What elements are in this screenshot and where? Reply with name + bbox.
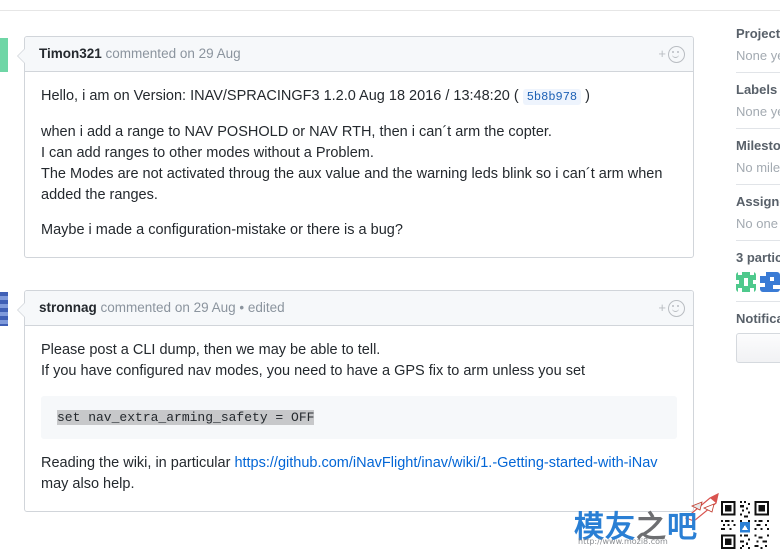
avatar-stronnag[interactable] <box>0 292 8 326</box>
description-line-1: when i add a range to NAV POSHOLD or NAV… <box>41 124 552 140</box>
description-line-3: The Modes are not activated throug the a… <box>41 166 663 203</box>
participant-avatar-2[interactable] <box>760 272 780 292</box>
avatar-timon321[interactable] <box>0 38 8 72</box>
issue-timeline: Timon321 commented on 29 Aug + Hello, i … <box>0 0 726 556</box>
smiley-icon <box>668 299 685 317</box>
comment-tail <box>17 48 25 64</box>
notifications-title: Notifica <box>736 311 780 326</box>
issue-sidebar: Projects None ye Labels None ye Milesto … <box>736 26 780 381</box>
plus-icon: + <box>658 46 666 61</box>
comment-body: Hello, i am on Version: INAV/SPRACINGF3 … <box>25 72 693 257</box>
sidebar-section-assignees: Assigne No one <box>736 194 780 241</box>
comment-card: Timon321 commented on 29 Aug + Hello, i … <box>17 36 694 258</box>
watermark-url: http://www.mozi8.com <box>578 537 668 546</box>
wiki-link[interactable]: https://github.com/iNavFlight/inav/wiki/… <box>234 455 657 471</box>
sidebar-section-participants: 3 partic <box>736 250 780 302</box>
assignees-title[interactable]: Assigne <box>736 194 780 209</box>
projects-value: None ye <box>736 48 780 63</box>
paragraph-wiki: Reading the wiki, in particular https://… <box>41 453 677 495</box>
comment-card: stronnag commented on 29 Aug • edited + … <box>17 290 694 512</box>
sidebar-section-notifications: Notifica <box>736 311 780 372</box>
version-text-before: Hello, i am on Version: INAV/SPRACINGF3 … <box>41 88 519 104</box>
comment-header: Timon321 commented on 29 Aug + <box>25 37 693 72</box>
paragraph-question: Maybe i made a configuration-mistake or … <box>41 220 677 241</box>
participant-avatar-1[interactable] <box>736 272 756 292</box>
participants-title: 3 partic <box>736 250 780 265</box>
github-issue-page: Timon321 commented on 29 Aug + Hello, i … <box>0 0 780 556</box>
question-line: Maybe i made a configuration-mistake or … <box>41 222 403 238</box>
sidebar-section-labels: Labels None ye <box>736 82 780 129</box>
paragraph-reply: Please post a CLI dump, then we may be a… <box>41 340 677 382</box>
sidebar-section-projects: Projects None ye <box>736 26 780 73</box>
comment-header: stronnag commented on 29 Aug • edited + <box>25 291 693 326</box>
milestone-value: No mile <box>736 160 780 175</box>
comment-timestamp: commented on 29 Aug • edited <box>100 300 285 315</box>
projects-title[interactable]: Projects <box>736 26 780 41</box>
comment-timestamp: commented on 29 Aug <box>105 46 241 61</box>
code-text: set nav_extra_arming_safety = OFF <box>57 410 315 425</box>
reply-line-1: Please post a CLI dump, then we may be a… <box>41 342 381 358</box>
reply-line-2: If you have configured nav modes, you ne… <box>41 363 586 379</box>
plus-icon: + <box>658 300 666 315</box>
comment-author[interactable]: Timon321 <box>39 46 102 61</box>
add-reaction-button[interactable]: + <box>658 45 685 63</box>
paragraph-version: Hello, i am on Version: INAV/SPRACINGF3 … <box>41 86 677 108</box>
version-text-after: ) <box>585 88 591 104</box>
code-block[interactable]: set nav_extra_arming_safety = OFF <box>41 396 677 439</box>
subscribe-button[interactable] <box>736 333 780 363</box>
paragraph-issue-description: when i add a range to NAV POSHOLD or NAV… <box>41 122 677 206</box>
watermark-text-part3: 吧 <box>667 510 698 545</box>
commit-sha[interactable]: 5b8b978 <box>522 89 582 105</box>
wiki-text-before: Reading the wiki, in particular <box>41 455 235 471</box>
milestone-title[interactable]: Milesto <box>736 138 780 153</box>
labels-value: None ye <box>736 104 780 119</box>
qr-code-icon <box>718 498 772 552</box>
sidebar-section-milestone: Milesto No mile <box>736 138 780 185</box>
watermark: 模友之吧 http://www.mozi8.com <box>560 492 780 556</box>
comment-body: Please post a CLI dump, then we may be a… <box>25 326 693 511</box>
assignees-value: No one <box>736 216 778 231</box>
comment-author[interactable]: stronnag <box>39 300 97 315</box>
smiley-icon <box>668 45 685 63</box>
labels-title[interactable]: Labels <box>736 82 780 97</box>
add-reaction-button[interactable]: + <box>658 299 685 317</box>
comment-tail <box>17 302 25 318</box>
wiki-text-after: may also help. <box>41 476 135 492</box>
participant-avatars <box>736 272 780 292</box>
description-line-2: I can add ranges to other modes without … <box>41 145 374 161</box>
